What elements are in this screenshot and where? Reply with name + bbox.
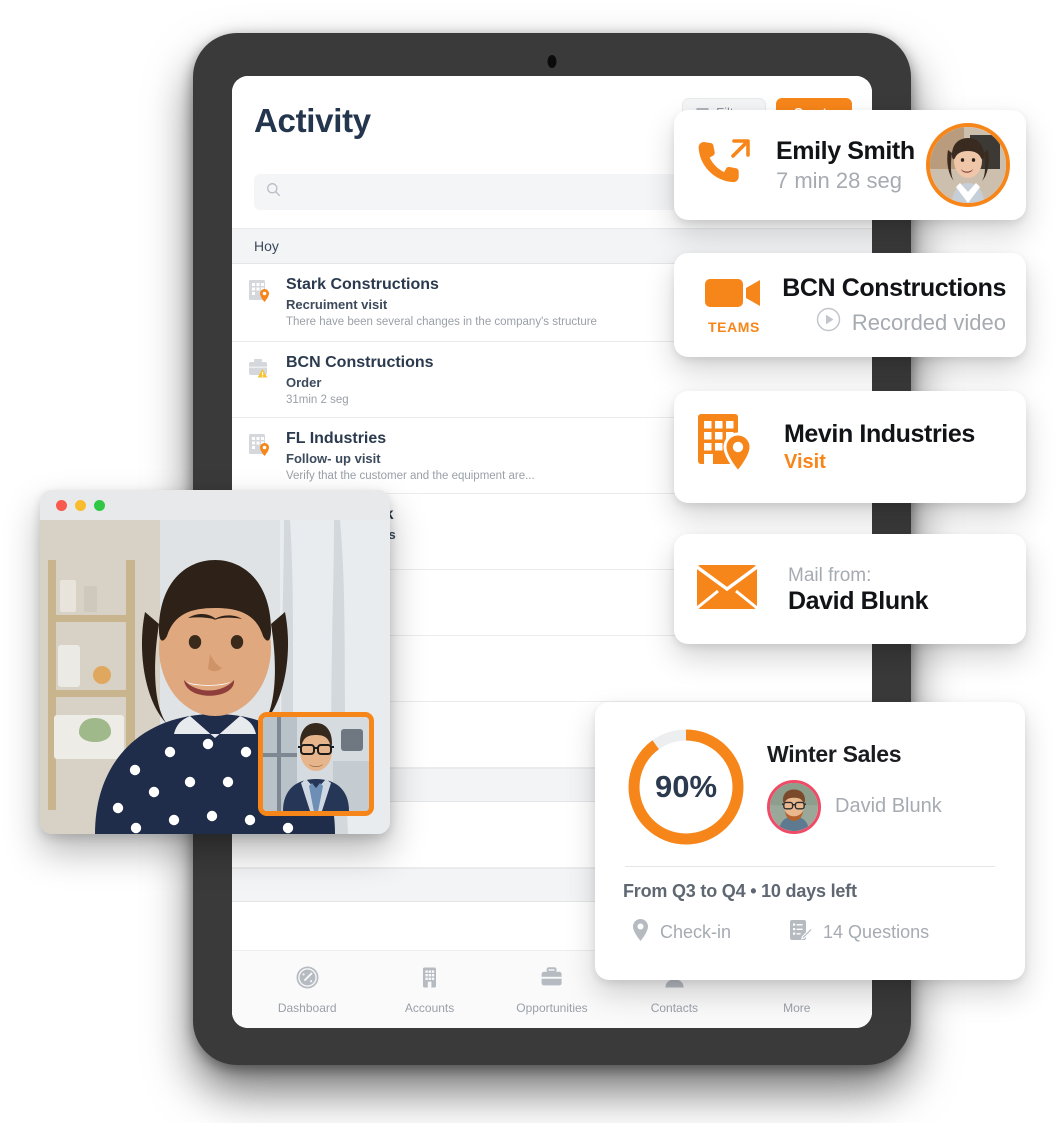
window-titlebar (40, 490, 390, 520)
caller-name: Emily Smith (776, 136, 915, 165)
phone-outgoing-icon (696, 136, 758, 195)
nav-label: Dashboard (277, 1000, 337, 1015)
map-pin-icon (631, 918, 650, 947)
activity-subtitle: Order (286, 375, 322, 390)
visit-account-name: Mevin Industries (784, 420, 975, 448)
form-edit-icon (789, 918, 814, 947)
visit-status: Visit (784, 451, 826, 473)
front-camera-icon (547, 55, 557, 68)
visit-details: Mevin Industries Visit (784, 420, 975, 474)
avatar (767, 779, 821, 834)
screenshot-root: Activity Filters Create (0, 0, 1064, 1123)
deal-period: From Q3 to Q4 • 10 days left (623, 881, 857, 901)
progress-percent: 90% (654, 769, 718, 804)
deal-summary: 90% Winter Sales David Blunk (623, 724, 997, 850)
mail-card[interactable]: Mail from: David Blunk (674, 534, 1026, 644)
call-duration: 7 min 28 seg (776, 167, 902, 193)
building-pin-icon (696, 410, 774, 485)
teams-status: Recorded video (851, 309, 1006, 335)
search-icon (266, 182, 281, 202)
play-circle-icon[interactable] (816, 307, 841, 337)
teams-account-name: BCN Constructions (782, 273, 1006, 302)
deal-info: Winter Sales David Blunk (767, 741, 997, 834)
nav-item-opportunities[interactable]: Opportunities (491, 965, 613, 1015)
briefcase-warning-icon (248, 353, 286, 387)
progress-donut: 90% (623, 724, 749, 850)
video-call-window[interactable] (40, 490, 390, 834)
nav-label: More (783, 1000, 811, 1015)
video-feed-area (40, 520, 390, 834)
building-pin-icon (248, 275, 286, 311)
minimize-icon[interactable] (75, 499, 86, 511)
nav-label: Contacts (650, 1000, 699, 1015)
teams-details: BCN Constructions Recorded video (772, 274, 1010, 337)
nav-item-dashboard[interactable]: Dashboard (246, 965, 368, 1015)
deal-progress-card[interactable]: 90% Winter Sales David Blunk From Q3 to … (595, 702, 1025, 980)
questions-label: 14 Questions (823, 922, 930, 942)
teams-badge-label: TEAMS (708, 319, 760, 335)
avatar (926, 123, 1010, 207)
building-icon (417, 965, 442, 995)
divider (625, 866, 995, 867)
mail-sender-name: David Blunk (788, 586, 929, 615)
maximize-icon[interactable] (94, 499, 105, 511)
questions-button[interactable]: 14 Questions (789, 918, 929, 947)
video-camera-icon (704, 279, 764, 315)
visit-card[interactable]: Mevin Industries Visit (674, 391, 1026, 503)
briefcase-icon (539, 965, 564, 995)
deal-owner-name: David Blunk (835, 795, 942, 817)
picture-in-picture-video[interactable] (258, 712, 374, 816)
call-notification-card[interactable]: Emily Smith 7 min 28 seg (674, 110, 1026, 220)
deal-title: Winter Sales (767, 740, 902, 767)
nav-item-accounts[interactable]: Accounts (368, 965, 490, 1015)
nav-label: Accounts (404, 1000, 455, 1015)
close-icon[interactable] (56, 499, 67, 511)
deal-actions: Check-in 14 Questions (623, 918, 997, 947)
teams-recording-card[interactable]: TEAMS BCN Constructions Recorded video (674, 253, 1026, 357)
dashboard-icon (295, 965, 320, 995)
mail-from-label: Mail from: (788, 564, 872, 586)
checkin-label: Check-in (660, 922, 732, 942)
call-details: Emily Smith 7 min 28 seg (776, 137, 915, 194)
building-pin-icon (248, 429, 286, 465)
nav-label: Opportunities (516, 1000, 588, 1015)
mail-details: Mail from: David Blunk (788, 563, 928, 616)
deal-owner-row: David Blunk (767, 779, 997, 834)
teams-brand: TEAMS (696, 275, 772, 335)
envelope-icon (695, 564, 774, 615)
checkin-button[interactable]: Check-in (631, 918, 731, 947)
